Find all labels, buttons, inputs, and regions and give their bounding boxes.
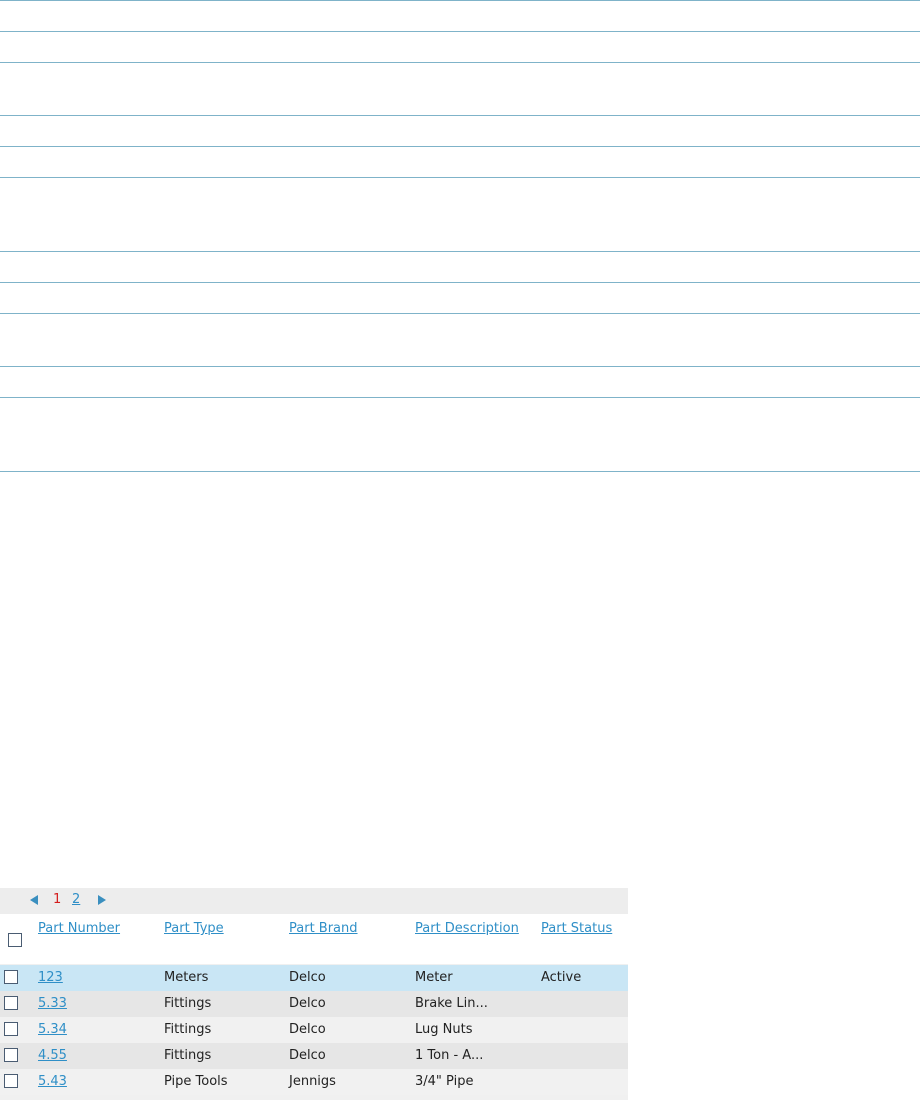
pager: 1 2	[0, 888, 628, 914]
table-row[interactable]: 5.34 Fittings Delco Lug Nuts	[0, 1017, 628, 1043]
part-description-cell: 1 Ton - A...	[415, 1048, 484, 1063]
empty-form-row-divider	[0, 366, 920, 367]
part-brand-cell: Delco	[289, 970, 326, 985]
part-type-cell: Fittings	[164, 1048, 212, 1063]
empty-form-row-divider	[0, 251, 920, 252]
arrow-left-icon[interactable]	[30, 895, 38, 905]
empty-form-row-divider	[0, 282, 920, 283]
row-checkbox[interactable]	[4, 1022, 18, 1036]
grid-header: Part Number Part Type Part Brand Part De…	[0, 914, 628, 964]
part-brand-cell: Delco	[289, 1048, 326, 1063]
part-type-cell: Fittings	[164, 996, 212, 1011]
parts-grid: 1 2 Part Number Part Type Part Brand Par…	[0, 888, 628, 1100]
table-row[interactable]: 5.33 Fittings Delco Brake Lin...	[0, 991, 628, 1017]
table-row[interactable]: 123 Meters Delco Meter Active	[0, 965, 628, 991]
empty-form-row-divider	[0, 313, 920, 314]
part-status-cell: Active	[541, 970, 582, 985]
table-row[interactable]: 4.55 Fittings Delco 1 Ton - A...	[0, 1043, 628, 1069]
empty-form-row-divider	[0, 177, 920, 178]
part-type-cell: Fittings	[164, 1022, 212, 1037]
part-description-cell: Brake Lin...	[415, 996, 488, 1011]
part-number-link[interactable]: 5.33	[38, 996, 67, 1011]
empty-form-row-divider	[0, 146, 920, 147]
column-header-part-status[interactable]: Part Status	[541, 921, 612, 936]
empty-form-row-divider	[0, 62, 920, 63]
row-checkbox[interactable]	[4, 1074, 18, 1088]
part-number-link[interactable]: 5.34	[38, 1022, 67, 1037]
part-brand-cell: Delco	[289, 1022, 326, 1037]
part-description-cell: Lug Nuts	[415, 1022, 473, 1037]
column-header-part-brand[interactable]: Part Brand	[289, 921, 358, 936]
row-checkbox[interactable]	[4, 970, 18, 984]
row-checkbox[interactable]	[4, 1048, 18, 1062]
empty-form-row-divider	[0, 397, 920, 398]
table-row[interactable]: 5.43 Pipe Tools Jennigs 3/4" Pipe	[0, 1069, 628, 1095]
part-brand-cell: Jennigs	[289, 1074, 336, 1089]
row-checkbox[interactable]	[4, 996, 18, 1010]
pager-page-2[interactable]: 2	[72, 892, 80, 907]
part-brand-cell: Delco	[289, 996, 326, 1011]
empty-form-row-divider	[0, 31, 920, 32]
column-header-part-type[interactable]: Part Type	[164, 921, 224, 936]
part-type-cell: Meters	[164, 970, 209, 985]
part-number-link[interactable]: 4.55	[38, 1048, 67, 1063]
empty-form-row-divider	[0, 471, 920, 472]
empty-form-row-divider	[0, 115, 920, 116]
column-header-part-description[interactable]: Part Description	[415, 921, 519, 936]
arrow-right-icon[interactable]	[98, 895, 106, 905]
empty-form-row-divider	[0, 0, 920, 1]
part-number-link[interactable]: 5.43	[38, 1074, 67, 1089]
part-type-cell: Pipe Tools	[164, 1074, 228, 1089]
pager-page-1[interactable]: 1	[53, 892, 61, 907]
part-description-cell: 3/4" Pipe	[415, 1074, 474, 1089]
select-all-checkbox[interactable]	[8, 933, 22, 947]
part-number-link[interactable]: 123	[38, 970, 63, 985]
part-description-cell: Meter	[415, 970, 453, 985]
column-header-part-number[interactable]: Part Number	[38, 921, 120, 936]
page-canvas: 1 2 Part Number Part Type Part Brand Par…	[0, 0, 920, 1100]
